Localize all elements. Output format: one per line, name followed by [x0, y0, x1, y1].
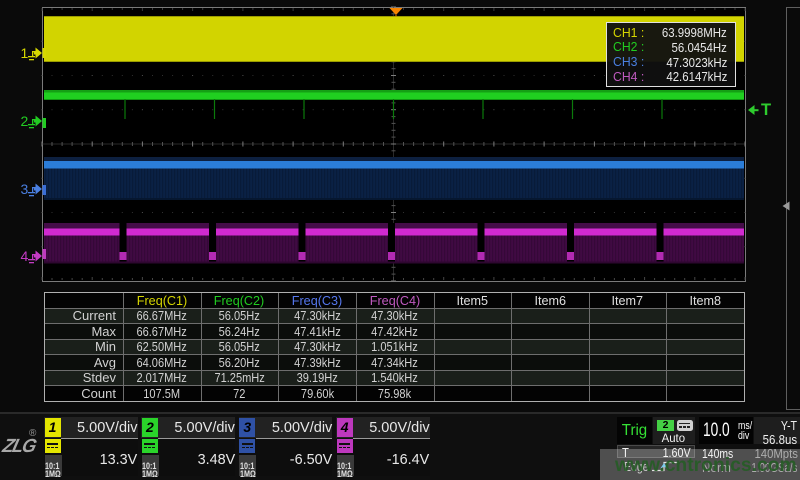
svg-text:3: 3: [21, 181, 29, 197]
svg-text:2: 2: [21, 113, 29, 129]
svg-text:1: 1: [21, 45, 29, 61]
svg-text:4: 4: [21, 248, 29, 264]
